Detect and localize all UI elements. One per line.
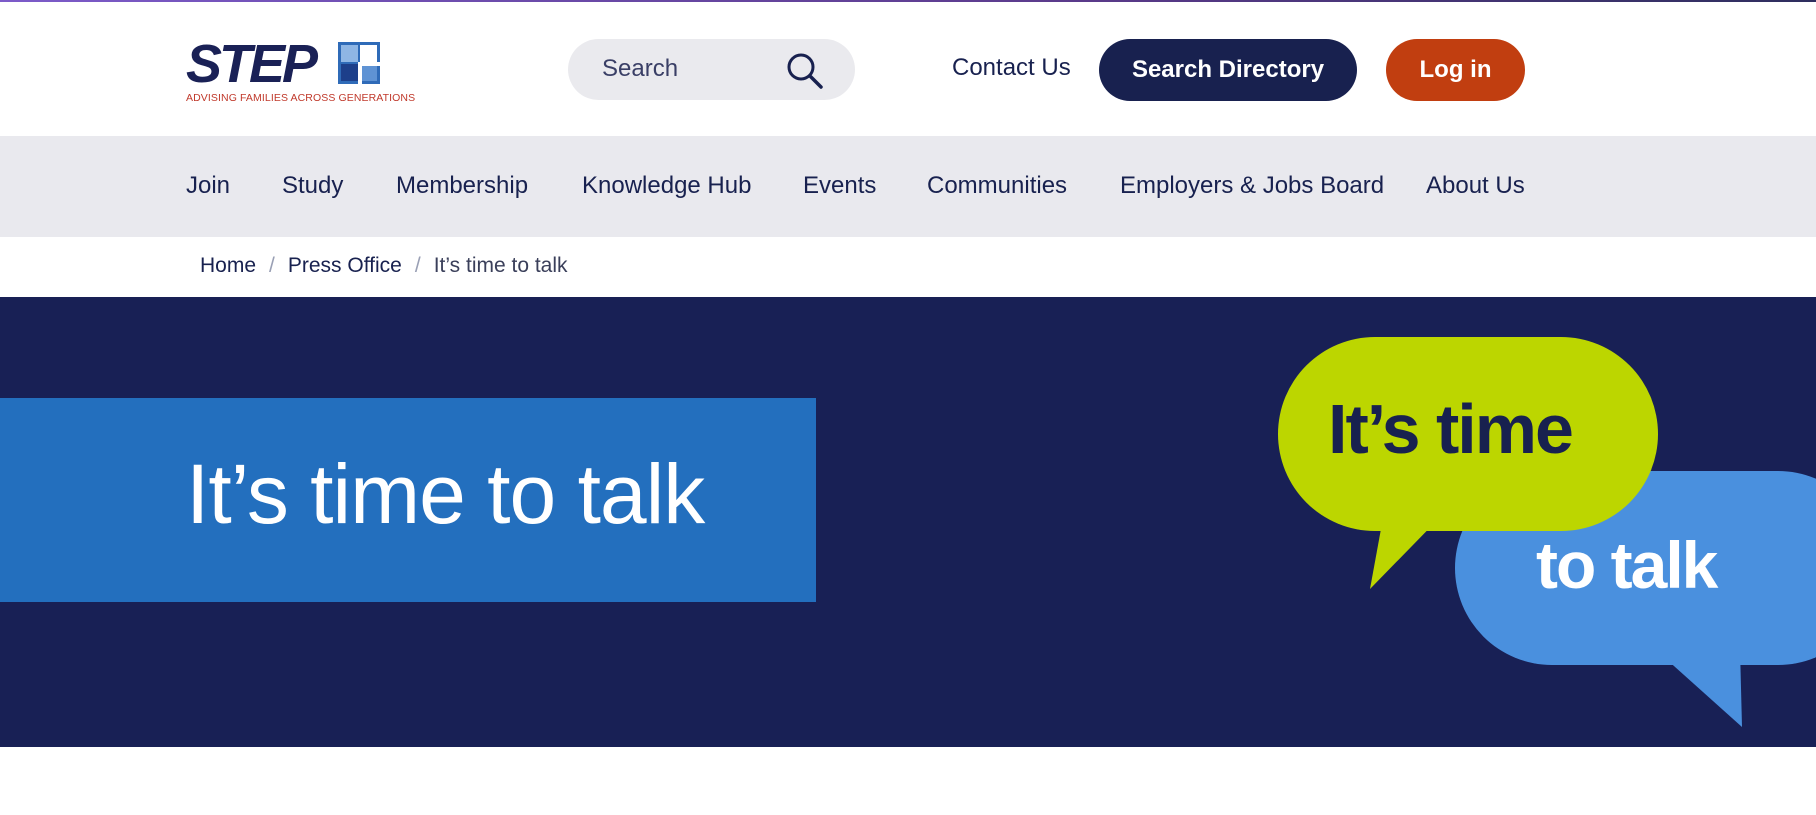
- bubble-text-to-talk: to talk: [1536, 528, 1718, 602]
- speech-bubbles-graphic: It’s time to talk: [1270, 337, 1816, 737]
- hero-title-band: It’s time to talk: [0, 398, 816, 602]
- nav-item-about-us[interactable]: About Us: [1426, 172, 1525, 200]
- page-title: It’s time to talk: [186, 447, 705, 541]
- nav-item-study[interactable]: Study: [282, 172, 343, 200]
- nav-item-communities[interactable]: Communities: [927, 172, 1067, 200]
- breadcrumb-press-office[interactable]: Press Office: [288, 254, 402, 278]
- site-header: STEP ADVISING FAMILIES ACROSS GENERATION…: [0, 2, 1816, 136]
- logo-tagline: ADVISING FAMILIES ACROSS GENERATIONS: [186, 92, 416, 104]
- nav-item-employers-jobs-board[interactable]: Employers & Jobs Board: [1120, 172, 1384, 200]
- breadcrumb: Home / Press Office / It’s time to talk: [200, 251, 568, 281]
- search-icon[interactable]: [786, 52, 824, 90]
- main-nav: Join Study Membership Knowledge Hub Even…: [0, 136, 1816, 237]
- bubble-text-its-time: It’s time: [1328, 390, 1574, 468]
- nav-item-knowledge-hub[interactable]: Knowledge Hub: [582, 172, 751, 200]
- logo-wordmark: STEP: [186, 34, 318, 94]
- breadcrumb-home[interactable]: Home: [200, 254, 256, 278]
- nav-item-membership[interactable]: Membership: [396, 172, 528, 200]
- step-logo[interactable]: STEP ADVISING FAMILIES ACROSS GENERATION…: [186, 36, 415, 104]
- hero-banner: It’s time to talk It’s time to talk: [0, 297, 1816, 747]
- breadcrumb-separator: /: [269, 254, 275, 277]
- nav-item-join[interactable]: Join: [186, 172, 230, 200]
- contact-us-link[interactable]: Contact Us: [952, 54, 1071, 82]
- search-directory-button[interactable]: Search Directory: [1099, 39, 1357, 101]
- search-box[interactable]: [568, 39, 855, 100]
- search-input[interactable]: [602, 53, 782, 85]
- breadcrumb-separator: /: [414, 254, 421, 277]
- logo-mark-icon: [338, 42, 380, 84]
- nav-item-events[interactable]: Events: [803, 172, 876, 200]
- breadcrumb-current: It’s time to talk: [433, 254, 568, 277]
- login-button[interactable]: Log in: [1386, 39, 1525, 101]
